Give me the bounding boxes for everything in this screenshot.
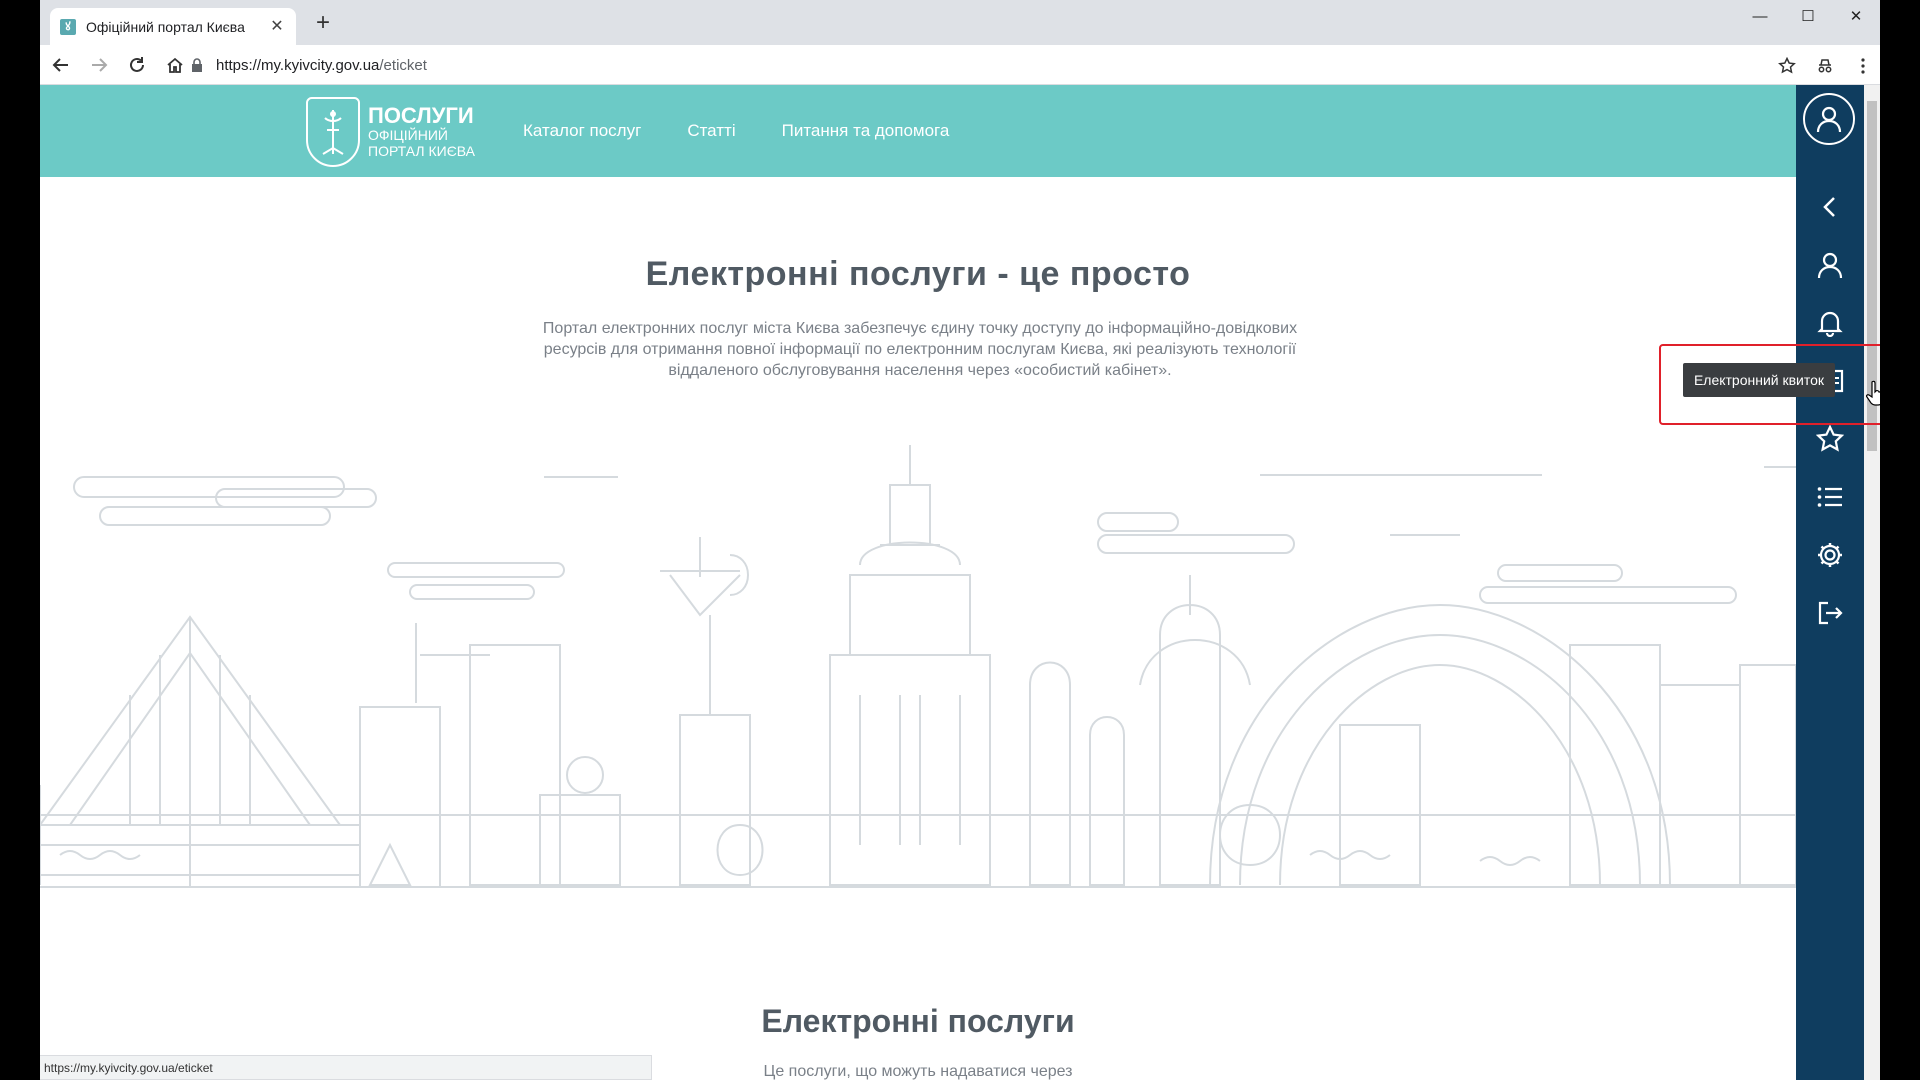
logo-subtitle-2: ПОРТАЛ КИЄВА xyxy=(368,143,475,159)
kyiv-emblem-icon xyxy=(306,97,360,167)
gear-icon[interactable] xyxy=(1796,531,1864,579)
status-bar-url: https://my.kyivcity.gov.ua/eticket xyxy=(40,1055,652,1080)
menu-dots-icon[interactable] xyxy=(1846,49,1880,83)
nav-articles[interactable]: Статті xyxy=(687,121,735,141)
nav-help[interactable]: Питання та допомога xyxy=(782,121,950,141)
tab-title: Офіційний портал Києва xyxy=(86,18,245,35)
user-icon[interactable] xyxy=(1796,241,1864,289)
site-header: ПОСЛУГИ ОФІЦІЙНИЙ ПОРТАЛ КИЄВА Каталог п… xyxy=(40,85,1796,177)
back-icon[interactable] xyxy=(44,48,78,82)
incognito-icon[interactable] xyxy=(1808,49,1842,83)
close-window-icon[interactable]: ✕ xyxy=(1832,0,1880,32)
side-panel xyxy=(1796,85,1864,1080)
browser-tab[interactable]: ꙋ Офіційний портал Києва ✕ xyxy=(50,8,296,45)
list-icon[interactable] xyxy=(1796,473,1864,521)
window-controls: — ☐ ✕ xyxy=(1736,0,1880,32)
favicon-icon: ꙋ xyxy=(60,18,76,35)
user-avatar-icon[interactable] xyxy=(1803,93,1855,145)
close-tab-icon[interactable]: ✕ xyxy=(268,18,286,36)
logo-subtitle-1: ОФІЦІЙНИЙ xyxy=(368,127,448,143)
browser-window: ꙋ Офіційний портал Києва ✕ + — ☐ ✕ https… xyxy=(40,0,1880,1080)
reload-icon[interactable] xyxy=(120,48,154,82)
maximize-icon[interactable]: ☐ xyxy=(1784,0,1832,32)
nav-catalog[interactable]: Каталог послуг xyxy=(523,121,641,141)
bookmark-star-icon[interactable] xyxy=(1770,49,1804,83)
logout-icon[interactable] xyxy=(1796,589,1864,637)
highlight-box xyxy=(1659,344,1880,425)
services-section-title: Електронні послуги xyxy=(761,1003,1075,1039)
lock-icon xyxy=(192,58,202,72)
hand-cursor-icon xyxy=(1866,380,1880,406)
kyiv-skyline-illustration xyxy=(40,445,1796,888)
toolbar-right xyxy=(1766,49,1880,83)
address-bar[interactable]: https://my.kyivcity.gov.ua/eticket xyxy=(190,49,1790,81)
browser-toolbar: https://my.kyivcity.gov.ua/eticket xyxy=(40,45,1880,85)
main-nav: Каталог послуг Статті Питання та допомог… xyxy=(523,85,995,177)
web-page: ПОСЛУГИ ОФІЦІЙНИЙ ПОРТАЛ КИЄВА Каталог п… xyxy=(40,85,1796,1080)
bell-icon[interactable] xyxy=(1796,299,1864,347)
new-tab-button[interactable]: + xyxy=(310,11,336,37)
screen: ꙋ Офіційний портал Києва ✕ + — ☐ ✕ https… xyxy=(0,0,1920,1080)
hero-text: Портал електронних послуг міста Києва за… xyxy=(542,320,1298,379)
url-path: /eticket xyxy=(379,56,427,74)
logo-title: ПОСЛУГИ xyxy=(368,103,474,128)
chevron-left-icon[interactable] xyxy=(1796,183,1864,231)
hero-title: Електронні послуги - це просто xyxy=(645,255,1191,293)
site-logo[interactable]: ПОСЛУГИ ОФІЦІЙНИЙ ПОРТАЛ КИЄВА xyxy=(306,97,475,167)
minimize-icon[interactable]: — xyxy=(1736,0,1784,32)
logo-text: ПОСЛУГИ ОФІЦІЙНИЙ ПОРТАЛ КИЄВА xyxy=(368,103,475,160)
page-scrollbar[interactable] xyxy=(1864,85,1880,1080)
url-host: https://my.kyivcity.gov.ua xyxy=(216,56,380,74)
forward-icon[interactable] xyxy=(82,48,116,82)
tab-bar: ꙋ Офіційний портал Києва ✕ + — ☐ ✕ xyxy=(40,0,1880,45)
home-icon[interactable] xyxy=(158,48,192,82)
